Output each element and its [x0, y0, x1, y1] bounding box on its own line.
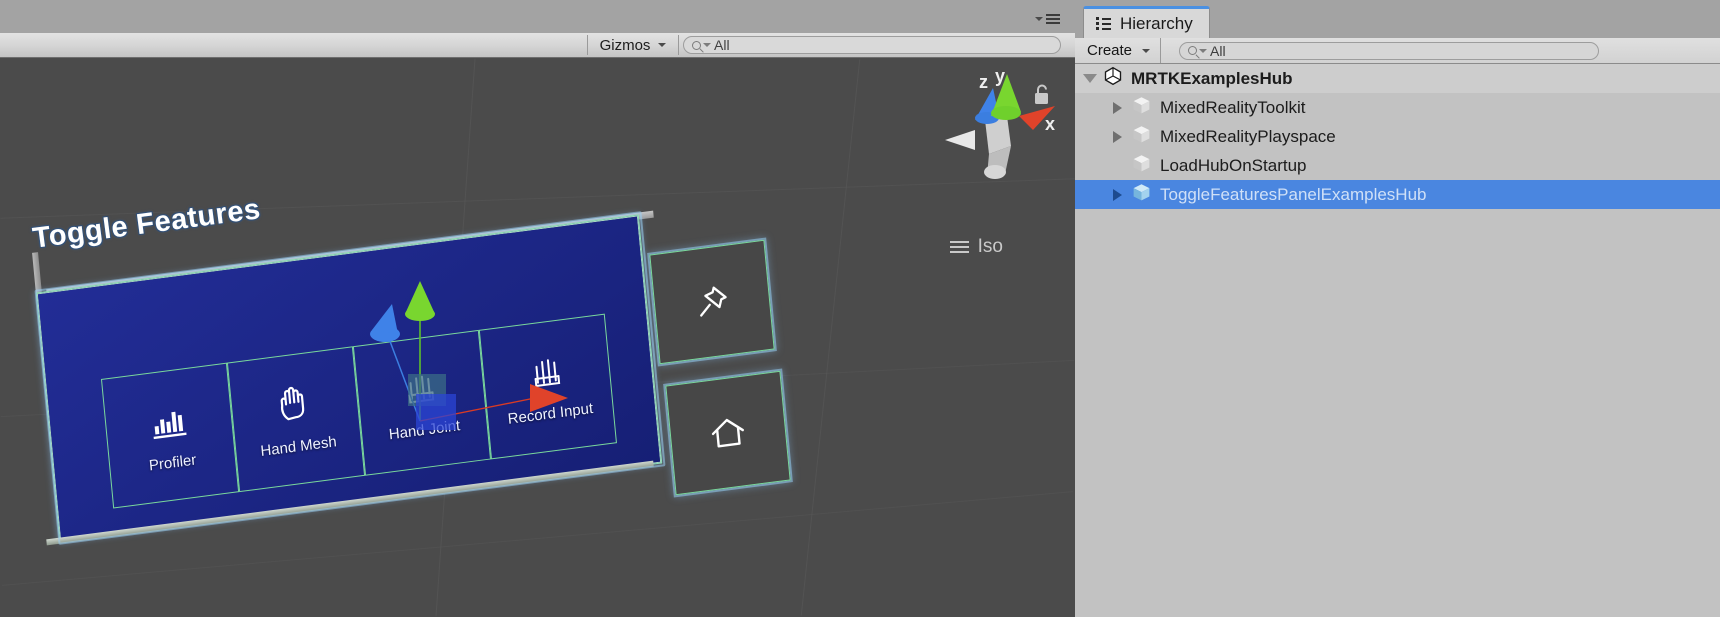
home-button[interactable]: [665, 370, 791, 496]
scene-view-panel: Gizmos All Toggle Features Profiler Hand…: [0, 0, 1075, 617]
hand-mesh-icon: [280, 386, 304, 420]
scene-lock-button[interactable]: [1033, 84, 1051, 111]
row-icon-wrap: [1131, 182, 1152, 208]
gameobject-icon: [1133, 125, 1150, 142]
bar-chart-icon: [153, 411, 187, 439]
chevron-down-icon: [703, 43, 711, 47]
row-icon-wrap: [1131, 124, 1152, 150]
tab-hierarchy-label: Hierarchy: [1120, 13, 1193, 33]
scene-projection-toggle[interactable]: Iso: [949, 236, 1003, 258]
hierarchy-toolbar: Create All: [1075, 38, 1720, 64]
create-button[interactable]: Create: [1075, 38, 1162, 63]
create-button-label: Create: [1087, 42, 1133, 59]
hierarchy-row-mixedrealityplayspace[interactable]: MixedRealityPlayspace: [1075, 122, 1720, 151]
hamburger-icon: [949, 241, 969, 253]
hierarchy-row-label: MixedRealityToolkit: [1160, 97, 1306, 117]
row-icon-wrap: [1103, 66, 1123, 91]
hub-button-label: Profiler: [148, 450, 197, 475]
gameobject-icon: [1133, 154, 1150, 171]
pin-button[interactable]: [649, 239, 775, 365]
gizmo-label-z: z: [979, 72, 988, 92]
lock-open-icon: [1035, 84, 1048, 104]
gizmo-label-x: x: [1045, 114, 1055, 134]
twisty-expanded-icon[interactable]: [1083, 74, 1097, 83]
transform-move-gizmo[interactable]: [330, 276, 630, 456]
hierarchy-row-label: LoadHubOnStartup: [1160, 155, 1307, 175]
hierarchy-tree[interactable]: MRTKExamplesHub MixedRealityToolkit MixedR…: [1075, 64, 1720, 617]
hierarchy-panel: Hierarchy Create All MRTKExamplesHub Mixe…: [1075, 0, 1720, 617]
row-icon-wrap: [1131, 153, 1152, 179]
chevron-down-icon: [658, 43, 667, 47]
panel-options-icon[interactable]: [1035, 12, 1065, 26]
hierarchy-row-loadhubonstartup[interactable]: LoadHubOnStartup: [1075, 151, 1720, 180]
tab-hierarchy[interactable]: Hierarchy: [1083, 6, 1210, 38]
home-icon: [711, 418, 744, 448]
hamburger-icon: [1046, 14, 1060, 24]
scene-projection-label: Iso: [977, 236, 1003, 257]
hierarchy-icon: [1096, 17, 1112, 30]
unity-scene-icon: [1104, 66, 1122, 86]
hierarchy-row-mixedrealitytoolkit[interactable]: MixedRealityToolkit: [1075, 93, 1720, 122]
hierarchy-search-value: All: [1210, 42, 1226, 59]
row-icon-wrap: [1131, 95, 1152, 121]
gizmos-label: Gizmos: [599, 36, 651, 54]
scene-view-toolbar: Gizmos All: [0, 33, 1075, 58]
gizmo-axis-x-handle: [530, 384, 568, 412]
unity-editor-window: Gizmos All Toggle Features Profiler Hand…: [0, 0, 1720, 617]
grid-line: [800, 59, 861, 616]
scene-search-input[interactable]: All: [683, 36, 1061, 54]
twisty-collapsed-icon[interactable]: [1113, 130, 1122, 143]
hierarchy-row-togglefeaturespanelexampleshub[interactable]: ToggleFeaturesPanelExamplesHub: [1075, 180, 1720, 209]
scene-viewport[interactable]: Toggle Features Profiler Hand Mesh Hand …: [0, 58, 1075, 617]
chevron-down-icon: [1199, 48, 1208, 53]
twisty-collapsed-icon[interactable]: [1113, 188, 1122, 201]
hub-title-text: Toggle Features: [30, 193, 263, 255]
gameobject-icon: [1133, 96, 1150, 113]
hierarchy-row-label: MixedRealityPlayspace: [1160, 126, 1336, 146]
chevron-down-icon: [1035, 17, 1043, 21]
chevron-down-icon: [1142, 48, 1151, 53]
gizmo-plane-handle: [416, 394, 456, 430]
hierarchy-tab-strip: Hierarchy: [1075, 0, 1720, 38]
search-icon: [1188, 46, 1198, 55]
twisty-collapsed-icon[interactable]: [1113, 101, 1122, 114]
hierarchy-row-label: MRTKExamplesHub: [1131, 68, 1293, 88]
search-icon: [692, 40, 701, 50]
hub-button-label: Hand Mesh: [259, 432, 338, 460]
pin-icon: [700, 286, 727, 317]
gizmo-label-y: y: [995, 68, 1005, 86]
hub-button-profiler[interactable]: Profiler: [100, 362, 240, 509]
hierarchy-search-input[interactable]: All: [1179, 41, 1600, 60]
scene-search-value: All: [714, 37, 730, 53]
hierarchy-row-label: ToggleFeaturesPanelExamplesHub: [1160, 184, 1427, 204]
gizmos-dropdown[interactable]: Gizmos: [587, 35, 679, 55]
scene-tab-strip: [0, 0, 1075, 33]
prefab-icon: [1133, 183, 1150, 200]
hierarchy-row-mrtkexampleshub[interactable]: MRTKExamplesHub: [1075, 64, 1720, 93]
